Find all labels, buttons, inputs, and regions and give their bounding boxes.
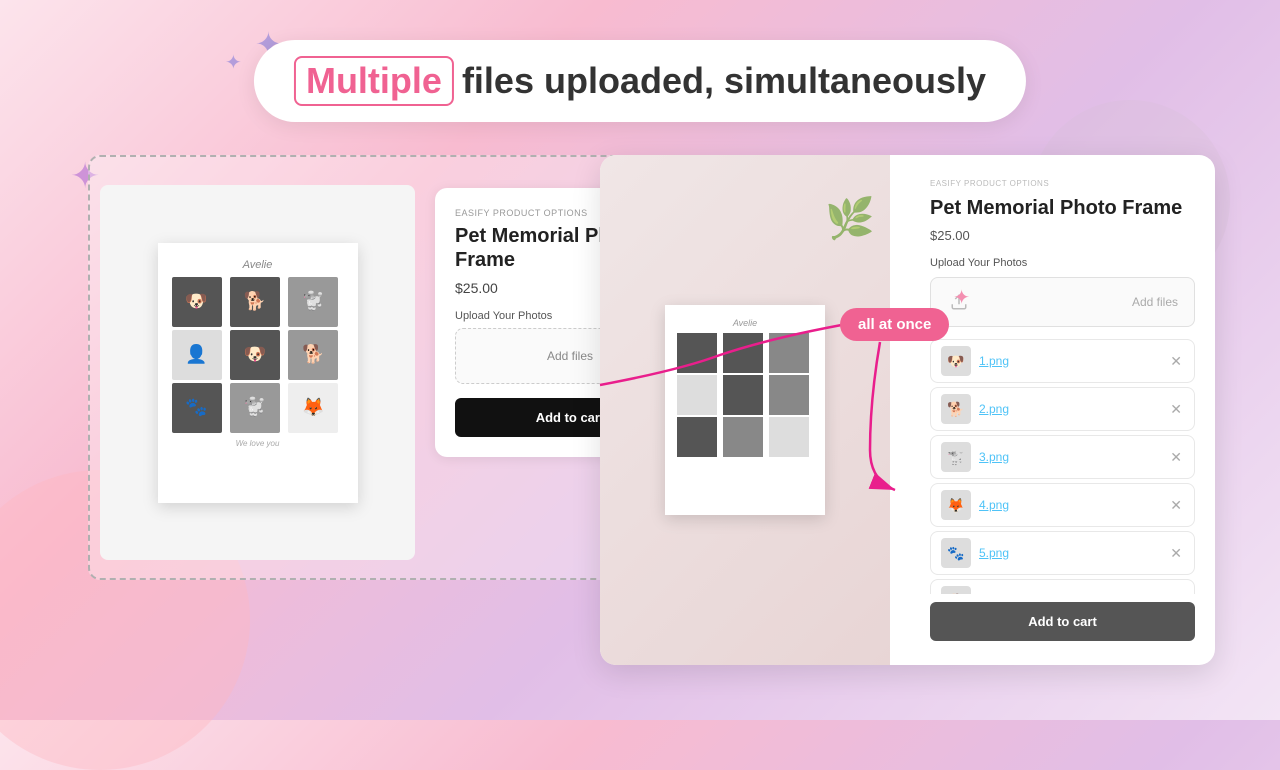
photo-cell-2: 🐕	[230, 277, 280, 327]
left-add-files-text: Add files	[547, 349, 593, 363]
photo-cell-5: 🐶	[230, 330, 280, 380]
r-photo-7	[677, 417, 717, 457]
file-name-3: 3.png	[979, 450, 1160, 464]
file-item-3: 🐩 3.png ✕	[930, 435, 1195, 479]
r-photo-6	[769, 375, 809, 415]
photo-cell-6: 🐕	[288, 330, 338, 380]
star-decoration-2: ✦	[225, 50, 242, 75]
right-card-price: $25.00	[930, 228, 1195, 243]
photo-frame-mockup-right: Avelie	[665, 305, 825, 515]
file-remove-2[interactable]: ✕	[1168, 401, 1184, 418]
photo-grid-left: 🐶 🐕 🐩 👤 🐶 🐕 🐾 🐩 🦊	[170, 275, 346, 435]
photo-cell-4: 👤	[172, 330, 222, 380]
r-photo-5	[723, 375, 763, 415]
r-photo-4	[677, 375, 717, 415]
header-multiple-word: Multiple	[294, 56, 454, 106]
frame-caption-left: We love you	[170, 439, 346, 448]
right-card-label: EASIFY PRODUCT OPTIONS	[930, 179, 1195, 188]
file-item-5: 🐾 5.png ✕	[930, 531, 1195, 575]
r-photo-8	[723, 417, 763, 457]
file-remove-5[interactable]: ✕	[1168, 545, 1184, 562]
right-product-panel: Avelie 🌿 EASIFY PRODUCT OPTIONS Pet Memo…	[600, 155, 1215, 665]
r-photo-2	[723, 333, 763, 373]
header-banner: Multiple files uploaded, simultaneously	[254, 40, 1026, 122]
right-photo-grid	[675, 331, 815, 459]
header-rest-text: files uploaded, simultaneously	[462, 60, 986, 102]
photo-cell-8: 🐩	[230, 383, 280, 433]
file-thumb-4: 🦊	[941, 490, 971, 520]
right-frame-title: Avelie	[675, 315, 815, 331]
file-thumb-1: 🐶	[941, 346, 971, 376]
file-remove-3[interactable]: ✕	[1168, 449, 1184, 466]
photo-cell-7: 🐾	[172, 383, 222, 433]
right-add-files-text: Add files	[1132, 295, 1178, 309]
all-at-once-badge: all at once	[840, 308, 949, 341]
right-plant-decoration: 🌿	[825, 195, 875, 242]
right-add-to-cart-button[interactable]: Add to cart	[930, 602, 1195, 641]
right-upload-box[interactable]: Add files	[930, 277, 1195, 327]
file-item-4: 🦊 4.png ✕	[930, 483, 1195, 527]
r-photo-1	[677, 333, 717, 373]
photo-cell-9: 🦊	[288, 383, 338, 433]
file-thumb-2: 🐕	[941, 394, 971, 424]
photo-frame-mockup-left: Avelie 🐶 🐕 🐩 👤 🐶 🐕 🐾 🐩 🦊 We love you	[158, 243, 358, 503]
right-card-details: EASIFY PRODUCT OPTIONS Pet Memorial Phot…	[910, 155, 1215, 665]
photo-cell-1: 🐶	[172, 277, 222, 327]
right-upload-label: Upload Your Photos	[930, 257, 1195, 269]
right-product-image: Avelie 🌿	[600, 155, 890, 665]
frame-title-left: Avelie	[170, 255, 346, 271]
file-name-4: 4.png	[979, 498, 1160, 512]
r-photo-3	[769, 333, 809, 373]
file-item-2: 🐕 2.png ✕	[930, 387, 1195, 431]
file-item-1: 🐶 1.png ✕	[930, 339, 1195, 383]
file-remove-4[interactable]: ✕	[1168, 497, 1184, 514]
upload-icon	[947, 290, 971, 314]
file-name-1: 1.png	[979, 354, 1160, 368]
file-remove-1[interactable]: ✕	[1168, 353, 1184, 370]
file-thumb-3: 🐩	[941, 442, 971, 472]
file-item-6: 🐕 6.png ✕	[930, 579, 1195, 594]
r-photo-9	[769, 417, 809, 457]
file-list: 🐶 1.png ✕ 🐕 2.png ✕ 🐩 3.png ✕ 🦊 4.png ✕ …	[930, 339, 1195, 594]
file-thumb-5: 🐾	[941, 538, 971, 568]
right-card-title: Pet Memorial Photo Frame	[930, 196, 1195, 220]
file-thumb-6: 🐕	[941, 586, 971, 594]
left-product-image: Avelie 🐶 🐕 🐩 👤 🐶 🐕 🐾 🐩 🦊 We love you	[100, 185, 415, 560]
file-name-5: 5.png	[979, 546, 1160, 560]
file-name-2: 2.png	[979, 402, 1160, 416]
photo-cell-3: 🐩	[288, 277, 338, 327]
file-remove-6[interactable]: ✕	[1168, 593, 1184, 595]
